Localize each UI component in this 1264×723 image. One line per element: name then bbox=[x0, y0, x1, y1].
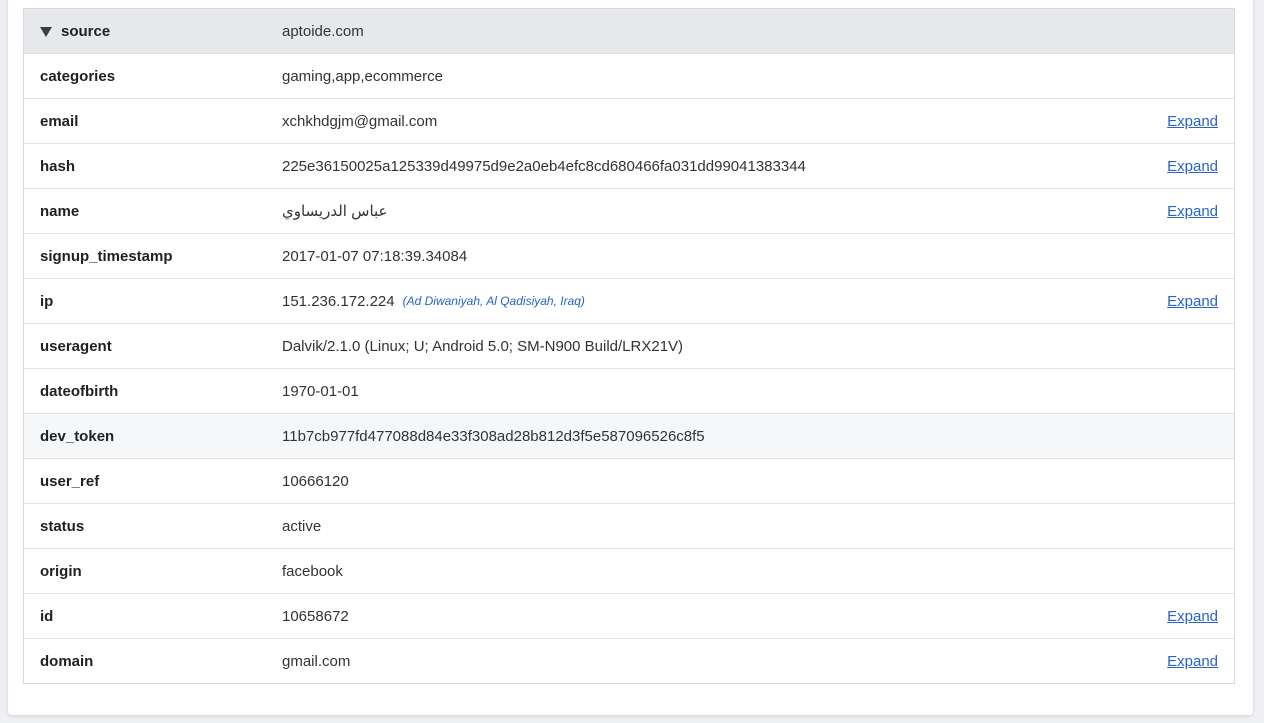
field-value-status: active bbox=[282, 517, 322, 535]
table-row-domain: domain gmail.com Expand bbox=[24, 638, 1234, 683]
field-key-dev-token: dev_token bbox=[40, 427, 115, 445]
expand-link-id[interactable]: Expand bbox=[1167, 594, 1218, 638]
expand-link-name[interactable]: Expand bbox=[1167, 189, 1218, 233]
field-key-categories: categories bbox=[40, 67, 116, 85]
field-key-user-ref: user_ref bbox=[40, 472, 100, 490]
table-row-status: status active bbox=[24, 503, 1234, 548]
field-value-signup-timestamp: 2017-01-07 07:18:39.34084 bbox=[282, 247, 468, 265]
field-value-name: عباس الدريساوي bbox=[282, 203, 388, 220]
record-table: source aptoide.com categories gaming,app… bbox=[23, 8, 1235, 684]
field-value-useragent: Dalvik/2.1.0 (Linux; U; Android 5.0; SM-… bbox=[282, 337, 684, 355]
field-value-hash: 225e36150025a125339d49975d9e2a0eb4efc8cd… bbox=[282, 157, 806, 175]
field-key-source: source bbox=[40, 9, 110, 53]
field-key-domain: domain bbox=[40, 652, 94, 670]
field-key-id: id bbox=[40, 607, 54, 625]
field-key-label: source bbox=[61, 22, 111, 40]
triangle-down-icon[interactable] bbox=[40, 26, 52, 37]
field-key-name: name bbox=[40, 202, 80, 220]
field-key-hash: hash bbox=[40, 157, 76, 175]
field-key-origin: origin bbox=[40, 562, 82, 580]
table-row-email: email xchkhdgjm@gmail.com Expand bbox=[24, 98, 1234, 143]
field-key-ip: ip bbox=[40, 292, 54, 310]
field-key-signup-timestamp: signup_timestamp bbox=[40, 247, 173, 265]
field-value-dev-token: 11b7cb977fd477088d84e33f308ad28b812d3f5e… bbox=[282, 427, 705, 445]
field-value-ip: 151.236.172.224 (Ad Diwaniyah, Al Qadisi… bbox=[282, 279, 585, 323]
ip-address: 151.236.172.224 bbox=[282, 292, 395, 310]
field-value-dateofbirth: 1970-01-01 bbox=[282, 382, 359, 400]
field-key-dateofbirth: dateofbirth bbox=[40, 382, 119, 400]
field-value-id: 10658672 bbox=[282, 607, 349, 625]
field-key-useragent: useragent bbox=[40, 337, 112, 355]
table-row-origin: origin facebook bbox=[24, 548, 1234, 593]
field-key-email: email bbox=[40, 112, 79, 130]
field-value-user-ref: 10666120 bbox=[282, 472, 349, 490]
field-value-categories: gaming,app,ecommerce bbox=[282, 67, 443, 85]
table-row-name: name عباس الدريساوي Expand bbox=[24, 188, 1234, 233]
table-row-signup-timestamp: signup_timestamp 2017-01-07 07:18:39.340… bbox=[24, 233, 1234, 278]
expand-link-domain[interactable]: Expand bbox=[1167, 639, 1218, 683]
field-value-origin: facebook bbox=[282, 562, 343, 580]
table-row-id: id 10658672 Expand bbox=[24, 593, 1234, 638]
field-key-status: status bbox=[40, 517, 85, 535]
record-card: source aptoide.com categories gaming,app… bbox=[8, 0, 1253, 715]
table-row-categories: categories gaming,app,ecommerce bbox=[24, 53, 1234, 98]
table-row-source[interactable]: source aptoide.com bbox=[24, 9, 1234, 53]
table-row-dev-token: dev_token 11b7cb977fd477088d84e33f308ad2… bbox=[24, 413, 1234, 458]
table-row-useragent: useragent Dalvik/2.1.0 (Linux; U; Androi… bbox=[24, 323, 1234, 368]
expand-link-hash[interactable]: Expand bbox=[1167, 144, 1218, 188]
field-value-source: aptoide.com bbox=[282, 22, 364, 40]
field-value-domain: gmail.com bbox=[282, 652, 351, 670]
table-row-ip: ip 151.236.172.224 (Ad Diwaniyah, Al Qad… bbox=[24, 278, 1234, 323]
table-row-dateofbirth: dateofbirth 1970-01-01 bbox=[24, 368, 1234, 413]
expand-link-ip[interactable]: Expand bbox=[1167, 279, 1218, 323]
expand-link-email[interactable]: Expand bbox=[1167, 99, 1218, 143]
table-row-hash: hash 225e36150025a125339d49975d9e2a0eb4e… bbox=[24, 143, 1234, 188]
table-row-user-ref: user_ref 10666120 bbox=[24, 458, 1234, 503]
ip-geolocation: (Ad Diwaniyah, Al Qadisiyah, Iraq) bbox=[402, 294, 585, 308]
field-value-email: xchkhdgjm@gmail.com bbox=[282, 112, 438, 130]
